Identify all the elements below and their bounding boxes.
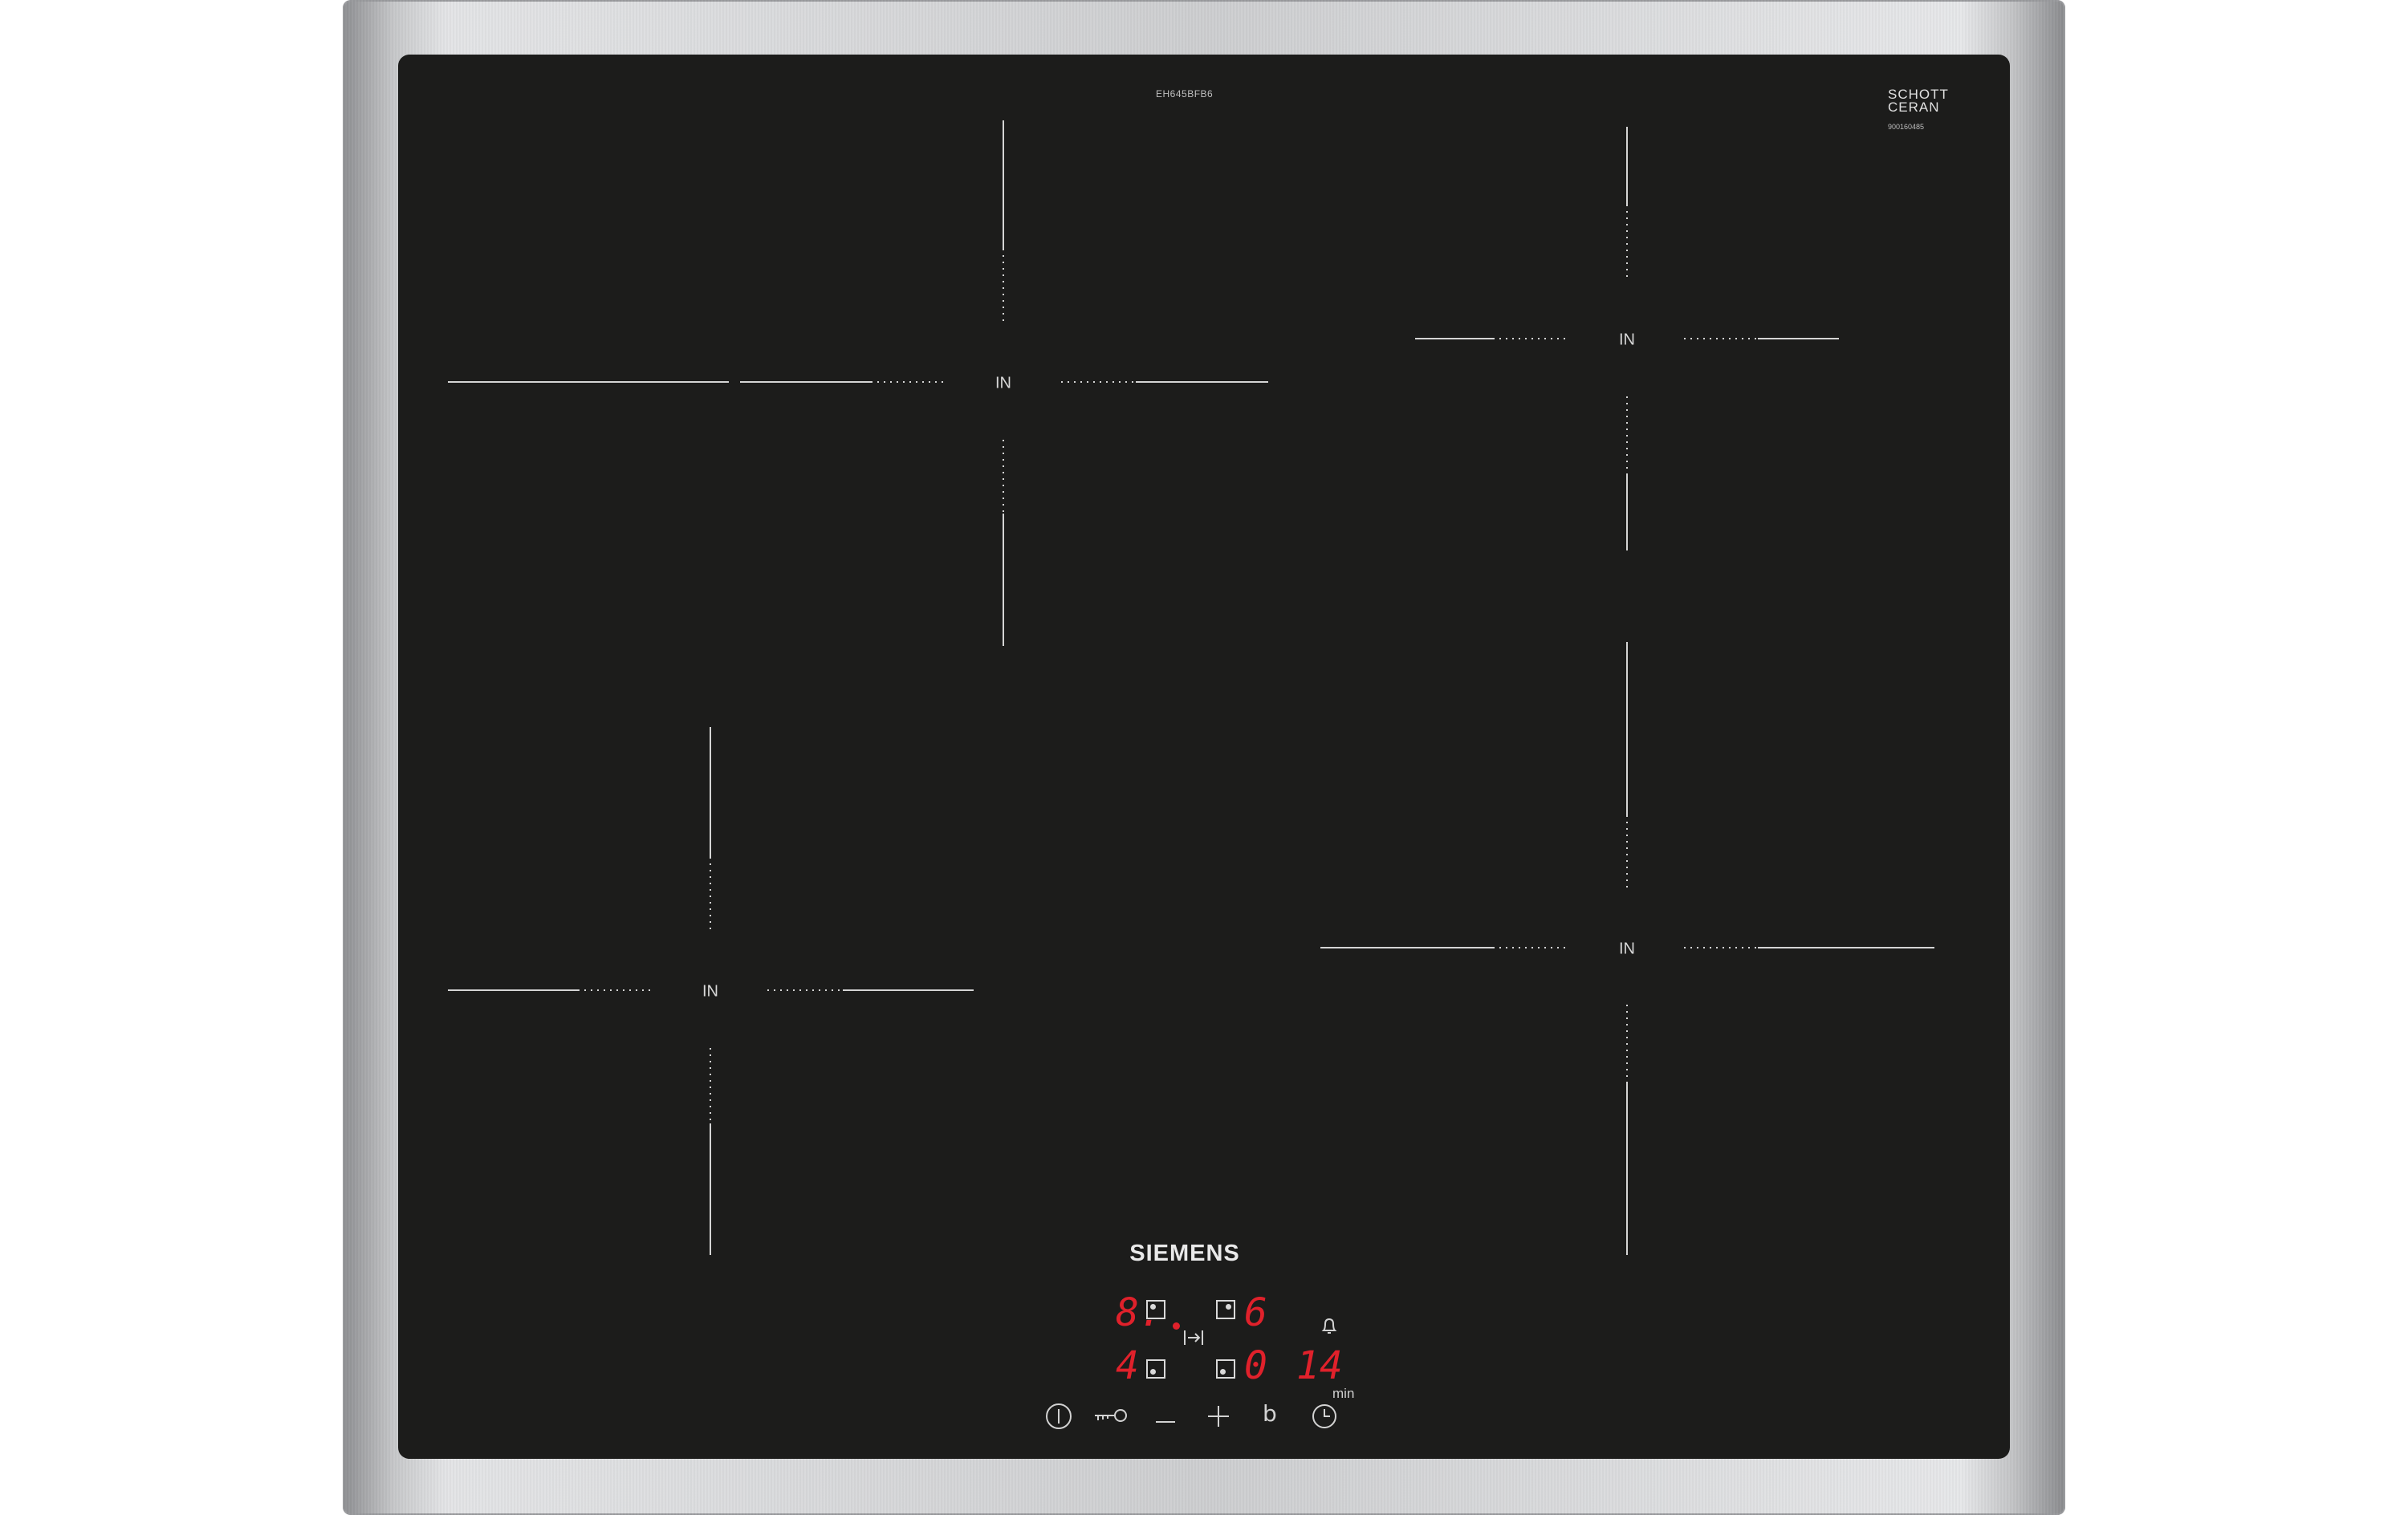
model-code: EH645BFB6: [1156, 88, 1214, 100]
zone-indicator-top-left[interactable]: [1146, 1300, 1165, 1319]
boost-button[interactable]: b: [1263, 1400, 1277, 1427]
rear-right-level: 6: [1244, 1290, 1267, 1335]
child-lock-key-icon[interactable]: [1093, 1406, 1129, 1429]
zone-label-bottom-left: IN: [702, 982, 718, 1001]
zone-label-top-left: IN: [995, 374, 1011, 392]
zone-indicator-bottom-left[interactable]: [1146, 1359, 1165, 1379]
front-right-level: 0: [1244, 1343, 1267, 1388]
brand-logo: SIEMENS: [1129, 1241, 1240, 1266]
zone-label-top-right: IN: [1619, 331, 1635, 349]
schott-ceran-logo: SCHOTT CERAN 900160485: [1888, 87, 1949, 133]
zone-label-right: IN: [1619, 940, 1635, 958]
schott-code: 900160485: [1888, 123, 1925, 131]
active-dot: [1173, 1322, 1180, 1330]
clock-icon[interactable]: [1311, 1403, 1338, 1434]
rear-left-level: 4: [1116, 1343, 1139, 1388]
zone-indicator-top-right[interactable]: [1216, 1300, 1235, 1319]
timer-value: 14: [1296, 1343, 1343, 1388]
minus-icon[interactable]: [1154, 1414, 1177, 1428]
timer-unit: min: [1332, 1386, 1355, 1401]
bridge-icon[interactable]: [1183, 1329, 1204, 1351]
cooking-zone-markings: [448, 120, 1934, 1255]
plus-icon[interactable]: [1206, 1404, 1230, 1432]
schott-line2: CERAN: [1888, 100, 1940, 115]
zone-indicator-bottom-right[interactable]: [1216, 1359, 1235, 1379]
power-icon[interactable]: [1045, 1403, 1072, 1434]
bell-icon[interactable]: [1320, 1316, 1339, 1339]
